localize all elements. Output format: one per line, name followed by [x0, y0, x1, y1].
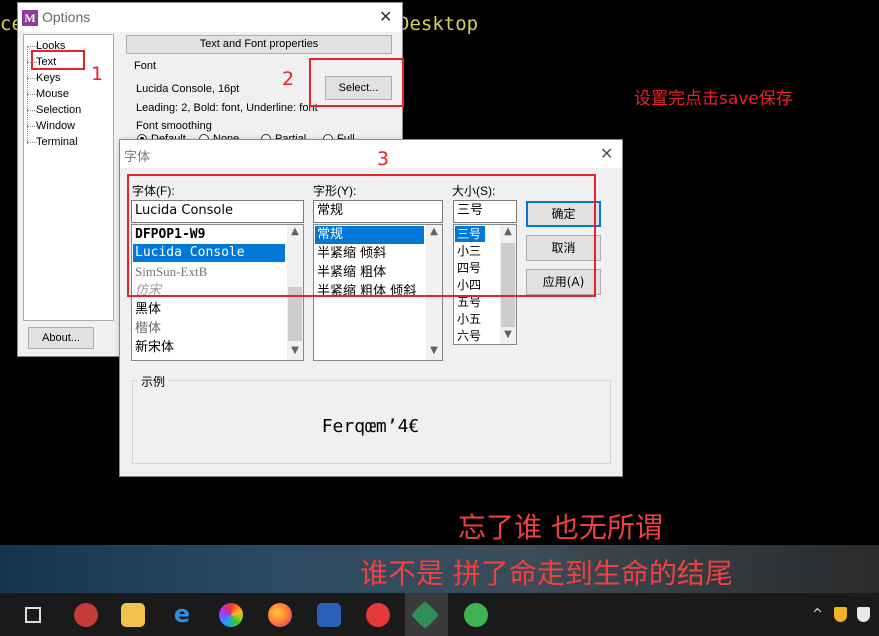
tree-item-keys[interactable]: Keys: [36, 72, 60, 84]
font-value: Lucida Console, 16pt: [136, 83, 240, 95]
network-app-icon[interactable]: [317, 603, 341, 627]
firefox-icon[interactable]: [268, 603, 292, 627]
paint-icon[interactable]: [74, 603, 98, 627]
font-group-label: Font: [134, 60, 157, 72]
options-titlebar: M Options ✕: [18, 3, 402, 32]
terminal-text-desktop: Desktop: [398, 13, 479, 35]
font-dialog-titlebar: 字体 ✕: [120, 140, 622, 168]
annotation-box-1: [31, 50, 85, 70]
list-item[interactable]: 六号: [455, 328, 481, 344]
font-details: Leading: 2, Bold: font, Underline: font: [136, 102, 318, 114]
subtitle-line-2: 谁不是 拼了命走到生命的结尾: [360, 557, 733, 590]
annotation-number-1: 1: [91, 63, 104, 85]
subtitle-line-1: 忘了谁 也无所谓: [458, 511, 663, 544]
list-item[interactable]: 小五: [455, 311, 481, 327]
shield-icon[interactable]: [834, 607, 847, 622]
annotation-box-2: [309, 58, 404, 107]
scroll-down-icon[interactable]: ▼: [287, 345, 303, 356]
taskbar: e ^: [0, 593, 879, 636]
about-button[interactable]: About...: [28, 327, 94, 349]
netease-music-icon[interactable]: [366, 603, 390, 627]
close-icon[interactable]: ✕: [379, 7, 392, 26]
list-item[interactable]: 黑体: [133, 301, 161, 319]
list-item[interactable]: 新宋体: [133, 339, 174, 357]
mintty-logo-icon: M: [22, 10, 38, 26]
tree-item-mouse[interactable]: Mouse: [36, 88, 69, 100]
file-explorer-icon[interactable]: [121, 603, 145, 627]
annotation-number-2: 2: [282, 68, 295, 90]
scroll-down-icon[interactable]: ▼: [426, 345, 442, 356]
close-icon[interactable]: ✕: [600, 144, 613, 163]
sample-text: Ferqœm’4€: [321, 416, 420, 437]
photos-icon[interactable]: [219, 603, 243, 627]
tree-item-terminal[interactable]: Terminal: [36, 136, 78, 148]
font-dialog-title: 字体: [124, 150, 151, 165]
tree-item-selection[interactable]: Selection: [36, 104, 81, 116]
scroll-down-icon[interactable]: ▼: [500, 329, 516, 340]
chevron-up-icon[interactable]: ^: [812, 607, 823, 622]
sample-label: 示例: [138, 373, 169, 390]
font-smoothing-label: Font smoothing: [136, 120, 212, 132]
tree-item-window[interactable]: Window: [36, 120, 75, 132]
annotation-number-3: 3: [377, 148, 390, 170]
wechat-icon[interactable]: [464, 603, 488, 627]
annotation-box-3: [127, 174, 596, 297]
defender-icon[interactable]: [857, 607, 870, 622]
annotation-note: 设置完点击save保存: [634, 89, 793, 109]
panel-header: Text and Font properties: [126, 35, 392, 54]
list-item[interactable]: 楷体: [133, 320, 161, 338]
options-title: Options: [42, 9, 91, 25]
edge-icon[interactable]: e: [170, 602, 194, 627]
task-view-icon[interactable]: [25, 607, 41, 623]
